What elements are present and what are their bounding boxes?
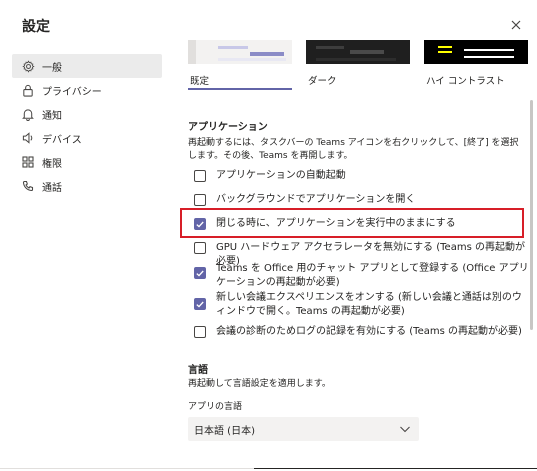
check-icon bbox=[196, 270, 204, 277]
sidebar-item-label: プライバシー bbox=[42, 86, 102, 98]
theme-option-default[interactable]: 既定 bbox=[188, 40, 292, 90]
check-icon bbox=[196, 301, 204, 308]
theme-label: ダーク bbox=[308, 76, 337, 87]
option-keep-running-on-close: 閉じる時に、アプリケーションを実行中のままにする bbox=[194, 217, 530, 231]
divider bbox=[0, 468, 254, 469]
checkbox-meeting-diagnostic-logs[interactable] bbox=[194, 326, 206, 338]
theme-thumbnail bbox=[424, 40, 528, 64]
settings-content: 既定 ダーク ハイ コントラスト アプリケーション 再起動するには、タスクバーの… bbox=[188, 0, 530, 471]
sidebar-item-label: デバイス bbox=[42, 134, 82, 146]
application-description: 再起動するには、タスクバーの Teams アイコンを右クリックして、[終了] を… bbox=[188, 138, 519, 161]
sidebar-item-label: 通話 bbox=[42, 182, 62, 194]
option-label: 閉じる時に、アプリケーションを実行中のままにする bbox=[216, 218, 456, 229]
dialog-title: 設定 bbox=[22, 19, 50, 35]
theme-thumbnail bbox=[306, 40, 410, 64]
speaker-icon bbox=[20, 130, 36, 146]
sidebar-item-general[interactable]: 一般 bbox=[12, 54, 162, 78]
theme-option-dark[interactable]: ダーク bbox=[306, 40, 410, 90]
option-label: 新しい会議エクスペリエンスをオンする (新しい会議と通話は別のウィンドウで開く。… bbox=[216, 292, 522, 317]
option-label: バックグラウンドでアプリケーションを開く bbox=[216, 194, 416, 205]
settings-sidebar: 一般 プライバシー 通知 デバイス 権限 通話 bbox=[12, 54, 162, 198]
divider bbox=[254, 468, 537, 469]
application-section-title: アプリケーション bbox=[188, 122, 268, 133]
sidebar-item-label: 一般 bbox=[42, 62, 62, 74]
language-description: 再起動して言語設定を適用します。 bbox=[188, 379, 331, 389]
app-language-label: アプリの言語 bbox=[188, 402, 243, 412]
sidebar-item-devices[interactable]: デバイス bbox=[12, 126, 162, 150]
theme-thumbnail bbox=[188, 40, 292, 64]
theme-option-high-contrast[interactable]: ハイ コントラスト bbox=[424, 40, 528, 90]
sidebar-item-label: 通知 bbox=[42, 110, 62, 122]
gear-icon bbox=[20, 58, 36, 74]
option-register-chat-app: Teams を Office 用のチャット アプリとして登録する (Office… bbox=[194, 262, 530, 290]
option-label: Teams を Office 用のチャット アプリとして登録する (Office… bbox=[216, 263, 529, 288]
theme-label: ハイ コントラスト bbox=[426, 76, 505, 87]
checkbox-auto-start[interactable] bbox=[194, 170, 206, 182]
app-language-value: 日本語 (日本) bbox=[194, 425, 255, 437]
sidebar-item-calls[interactable]: 通話 bbox=[12, 174, 162, 198]
sidebar-item-permissions[interactable]: 権限 bbox=[12, 150, 162, 174]
option-meeting-diagnostic-logs: 会議の診断のためログの記録を有効にする (Teams の再起動が必要) bbox=[194, 325, 530, 339]
checkbox-new-meeting-experience[interactable] bbox=[194, 298, 206, 310]
theme-label: 既定 bbox=[190, 76, 210, 87]
checkbox-register-chat-app[interactable] bbox=[194, 267, 206, 279]
phone-icon bbox=[20, 178, 36, 194]
sidebar-item-label: 権限 bbox=[42, 158, 62, 170]
sidebar-item-privacy[interactable]: プライバシー bbox=[12, 78, 162, 102]
option-label: アプリケーションの自動起動 bbox=[216, 170, 346, 181]
lock-icon bbox=[20, 82, 36, 98]
checkbox-keep-running-on-close[interactable] bbox=[194, 218, 206, 230]
scrollbar[interactable] bbox=[530, 100, 533, 330]
option-label: 会議の診断のためログの記録を有効にする (Teams の再起動が必要) bbox=[216, 326, 522, 337]
grid-icon bbox=[20, 154, 36, 170]
option-auto-start: アプリケーションの自動起動 bbox=[194, 169, 530, 183]
checkbox-disable-gpu[interactable] bbox=[194, 242, 206, 254]
app-language-select[interactable]: 日本語 (日本) bbox=[188, 417, 419, 441]
language-section-title: 言語 bbox=[188, 365, 208, 376]
check-icon bbox=[196, 221, 204, 228]
option-new-meeting-experience: 新しい会議エクスペリエンスをオンする (新しい会議と通話は別のウィンドウで開く。… bbox=[194, 291, 530, 319]
chevron-down-icon bbox=[400, 426, 410, 433]
checkbox-open-background[interactable] bbox=[194, 194, 206, 206]
bell-icon bbox=[20, 106, 36, 122]
sidebar-item-notifications[interactable]: 通知 bbox=[12, 102, 162, 126]
option-open-background: バックグラウンドでアプリケーションを開く bbox=[194, 193, 530, 207]
